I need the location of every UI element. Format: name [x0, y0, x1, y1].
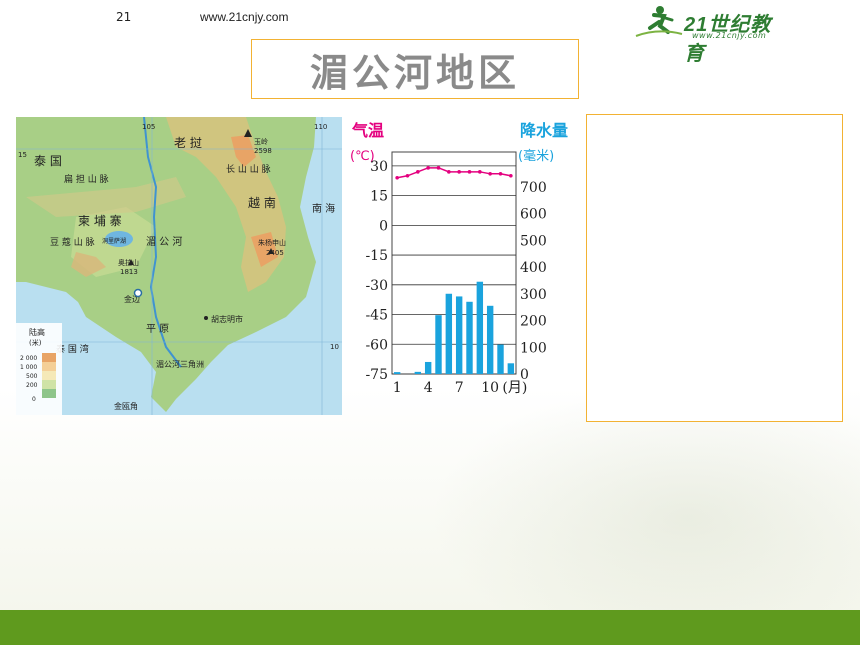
runner-logo-icon — [635, 6, 683, 37]
month-tick-label: 7 — [455, 380, 464, 396]
precip-bar — [497, 344, 504, 374]
temp-tick-label: 0 — [379, 218, 388, 234]
temp-point — [498, 172, 503, 176]
temp-point — [436, 166, 441, 170]
logo: 21世纪教育 www.21cnjy.com — [632, 2, 782, 65]
precip-tick-label: 500 — [520, 233, 547, 249]
precip-bar — [445, 293, 453, 374]
legend-title: 陆高 — [29, 327, 45, 337]
label-changshan: 长 山 山 脉 — [226, 163, 271, 175]
precip-tick-label: 300 — [520, 287, 547, 303]
temp-point — [395, 175, 399, 180]
chart-precip-unit: (毫米) — [518, 148, 554, 164]
label-lang-biang: 朱杨申山 — [258, 238, 286, 247]
chart-precip-title: 降水量 — [520, 121, 568, 140]
legend-unit: (米) — [29, 338, 42, 347]
temp-tick-label: -60 — [365, 337, 388, 353]
precip-tick-label: 100 — [520, 340, 547, 356]
temp-point — [488, 172, 492, 176]
label-cardamom: 豆 蔻 山 脉 — [50, 236, 95, 248]
precip-bar — [424, 361, 432, 374]
legend-level: 2 000 — [20, 355, 37, 362]
precip-tick-label: 600 — [520, 207, 547, 223]
legend-level: 0 — [32, 396, 36, 403]
label-dangrek: 扁 担 山 脉 — [64, 173, 109, 185]
temp-point — [467, 170, 472, 174]
temp-tick-label: 30 — [370, 159, 388, 175]
label-aoral-elev: 1813 — [120, 268, 138, 276]
temp-tick-label: -15 — [365, 248, 388, 264]
label-yu-ling-elev: 2598 — [254, 147, 272, 155]
page-title: 湄公河地区 — [309, 49, 520, 95]
label-cambodia: 柬 埔 寨 — [78, 213, 122, 228]
temp-point — [416, 170, 420, 174]
temp-point — [478, 170, 482, 174]
grid-lat-10: 10 — [330, 343, 339, 351]
chart-temp-title: 气温 — [351, 121, 384, 140]
label-sea: 南 海 — [312, 202, 335, 215]
month-tick-label: 4 — [424, 380, 433, 396]
label-plain: 平 原 — [146, 323, 169, 335]
temp-point — [447, 170, 451, 174]
temp-point — [457, 170, 461, 174]
mekong-map: 老 挝 泰 国 柬 埔 寨 越 南 湄 公 河 扁 担 山 脉 豆 蔻 山 脉 … — [16, 117, 342, 415]
grid-lon-110: 110 — [314, 123, 327, 131]
label-hcmc: 胡志明市 — [211, 314, 243, 324]
grid-lat-15: 15 — [18, 151, 27, 159]
precip-bar — [455, 296, 463, 374]
month-tick-label: 10 — [481, 380, 499, 396]
label-laos: 老 挝 — [174, 136, 202, 150]
plot-area — [391, 151, 517, 375]
precip-bar — [414, 371, 422, 374]
grid-lon-105: 105 — [142, 123, 155, 131]
precip-tick-label: 700 — [520, 180, 547, 196]
label-cape: 金瓯角 — [114, 401, 138, 411]
title-box: 湄公河地区 — [251, 39, 579, 99]
map-legend: 陆高 (米) 2 000 1 000 500 200 0 — [16, 323, 62, 415]
precip-bar — [393, 372, 401, 374]
legend-level: 500 — [26, 373, 38, 380]
climate-chart: 气温 (℃) 降水量 (毫米) 30 15 0 -15 -30 -45 -60 -75 700… — [346, 116, 582, 402]
label-lake: 洞里萨湖 — [102, 237, 126, 245]
label-thailand: 泰 国 — [34, 154, 62, 168]
precip-bar — [486, 305, 494, 374]
legend-level: 1 000 — [20, 364, 37, 371]
temp-point — [405, 173, 410, 178]
month-unit-label: (月) — [502, 380, 527, 396]
legend-level: 200 — [26, 382, 38, 389]
precip-bar — [476, 281, 484, 374]
temp-tick-label: -30 — [365, 278, 388, 294]
label-yu-ling: 玉岭 — [254, 137, 268, 146]
capital-icon — [133, 288, 143, 298]
city-icon — [204, 316, 208, 320]
answer-box[interactable] — [586, 114, 843, 422]
temp-point — [426, 166, 430, 170]
precip-bar — [466, 301, 473, 374]
label-delta: 湄公河三角洲 — [156, 359, 204, 369]
temp-point — [509, 173, 513, 178]
temp-tick-label: 15 — [370, 189, 388, 205]
precip-bar — [507, 363, 515, 374]
logo-subtext: www.21cnjy.com — [692, 31, 767, 40]
label-mekong: 湄 公 河 — [146, 236, 182, 248]
month-tick-label: 1 — [393, 380, 402, 396]
temp-tick-label: -75 — [365, 367, 388, 383]
precip-tick-label: 200 — [520, 314, 547, 330]
site-url[interactable]: www.21cnjy.com — [200, 10, 288, 24]
precip-tick-label: 400 — [520, 260, 547, 276]
bottom-bar — [0, 610, 860, 645]
slide-number: 21 — [116, 10, 132, 24]
label-aoral: 奥拉山 — [118, 258, 139, 267]
temp-tick-label: -45 — [365, 308, 388, 324]
precip-bar — [435, 315, 442, 374]
label-vietnam: 越 南 — [248, 195, 276, 210]
